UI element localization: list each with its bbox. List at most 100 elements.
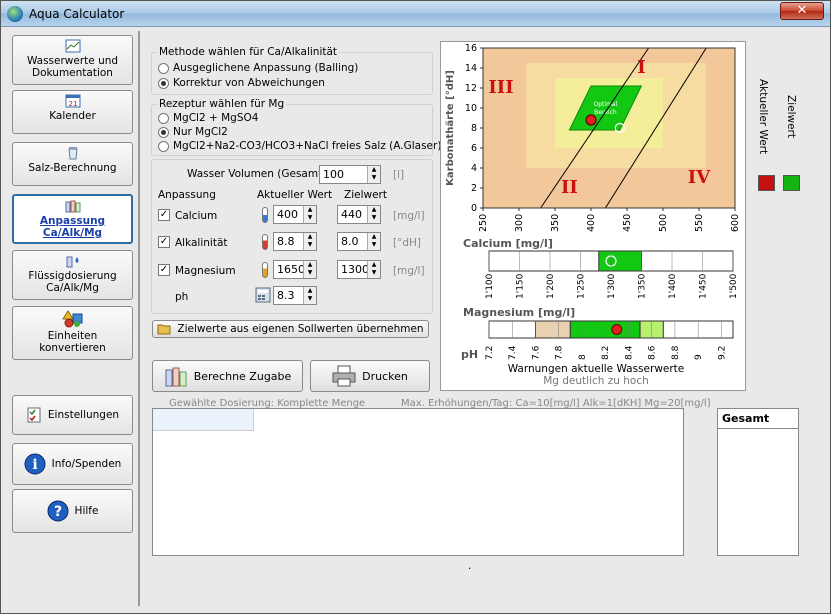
ph-label: ph [175,291,189,303]
warnings-text: Mg deutlich zu hoch [543,375,649,387]
footer-dot: . [468,560,472,572]
sidebar-item-kalender[interactable]: 21 Kalender [12,90,133,134]
alkalinity-label: Alkalinität [175,237,228,249]
ph-tick-label: 8.6 [648,345,658,360]
y-tick-label: 10 [465,103,477,114]
settings-button[interactable]: Einstellungen [12,395,133,435]
magnesium-tick-label: 1'400 [668,273,678,299]
magnesium-target-input[interactable]: 1300 ▲ ▼ [337,260,381,279]
calcium-target-input[interactable]: 440 ▲ ▼ [337,205,381,224]
calcium-current-spinner[interactable]: ▲ ▼ [303,206,316,223]
y-tick-label: 14 [465,63,477,74]
data-point-aktueller-wert [585,114,597,126]
magnesium-title: Magnesium [mg/l] [463,306,575,319]
chart-canvas: OptimalBereichIIIIIIIV250300350400450500… [445,43,741,387]
magnesium-label: Magnesium [175,265,236,277]
printer-icon [332,365,356,387]
ph-tick-label: 8 [578,354,588,360]
alkalinity-target-input[interactable]: 8.0 ▲ ▼ [337,232,381,251]
ph-tick-label: 9 [694,354,704,360]
recipe-option-mgcl2-mgso4[interactable]: MgCl2 + MgSO4 [158,112,258,124]
sidebar-item-einheiten[interactable]: Einheiten konvertieren [12,306,133,360]
chart-icon [65,39,80,53]
bottles-calc-icon [165,367,187,387]
chart-panel: OptimalBereichIIIIIIIV250300350400450500… [440,41,746,391]
info-button[interactable]: i Info/Spenden [12,443,133,485]
magnesium-checkbox[interactable]: ✓ [158,264,170,276]
checklist-icon [27,407,41,423]
magnesium-tick-label: 1'100 [485,273,495,299]
bottles-icon [65,200,80,213]
total-grid[interactable]: Gesamt [717,408,799,556]
result-grid[interactable] [152,408,684,556]
help-label: Hilfe [74,505,99,517]
alkalinity-current-spinner[interactable]: ▲ ▼ [303,233,316,250]
print-button[interactable]: Drucken [310,360,430,392]
volume-input[interactable]: 100 ▲ ▼ [319,165,381,184]
y-tick-label: 0 [471,203,477,214]
magnesium-tick-label: 1'250 [577,273,587,299]
x-tick-label: 350 [550,214,561,232]
magnesium-tick-label: 1'200 [546,273,556,299]
volume-spinner[interactable]: ▲ ▼ [367,166,380,183]
x-tick-label: 450 [622,214,633,232]
alkalinity-checkbox[interactable]: ✓ [158,236,170,248]
recipe-title: Rezeptur wählen für Mg [157,98,287,110]
region-label: II [561,177,578,198]
x-axis-label: Calcium [mg/l] [463,237,553,250]
calcium-checkbox[interactable]: ✓ [158,209,170,221]
info-label: Info/Spenden [51,458,122,470]
help-button[interactable]: ? Hilfe [12,489,133,533]
ph-tick-label: 7.4 [508,345,518,360]
y-tick-label: 16 [465,43,477,54]
ph-tan-range [534,320,571,339]
magnesium-tick-label: 1'150 [516,273,526,299]
recipe-option-glaser[interactable]: MgCl2+Na2-CO3/HCO3+NaCl freies Salz (A.G… [158,140,441,152]
alkalinity-unit: [°dH] [393,237,422,249]
ph-spinner[interactable]: ▲ ▼ [303,287,316,304]
x-tick-label: 400 [586,214,597,232]
help-icon: ? [47,500,69,522]
salt-icon [67,147,78,160]
calculate-button[interactable]: Berechne Zugabe [152,360,303,392]
globe-icon [7,6,23,22]
x-tick-label: 250 [478,214,489,232]
sidebar-item-wasserwerte[interactable]: Wasserwerte und Dokumentation [12,35,133,85]
recipe-option-nur-mgcl2[interactable]: Nur MgCl2 [158,126,228,138]
magnesium-target-spinner[interactable]: ▲ ▼ [367,261,380,278]
method-title: Methode wählen für Ca/Alkalinität [157,46,340,58]
app-window: Aqua Calculator ✕ Wasserwerte und Dokume… [0,0,831,614]
grid-selected-cell[interactable] [153,409,254,431]
radio-dot [158,140,169,152]
method-option-korrektur[interactable]: Korrektur von Abweichungen [158,77,325,89]
ph-title: pH [461,348,478,361]
alkalinity-target-spinner[interactable]: ▲ ▼ [367,233,380,250]
calcium-target-spinner[interactable]: ▲ ▼ [367,206,380,223]
radio-dot [158,112,169,124]
magnesium-current-input[interactable]: 1650 ▲ ▼ [273,260,317,279]
ph-tick-label: 8.8 [671,345,681,360]
apply-targets-button[interactable]: Zielwerte aus eigenen Sollwerten überneh… [152,320,429,338]
alkalinity-current-input[interactable]: 8.8 ▲ ▼ [273,232,317,251]
ph-tick-label: 7.8 [555,345,565,360]
volume-unit: [l] [393,169,405,181]
radio-dot [158,77,169,89]
settings-label: Einstellungen [47,409,120,421]
sidebar-item-fluessigdosierung[interactable]: Flüssigdosierung Ca/Alk/Mg [12,250,133,300]
sidebar-item-salz[interactable]: Salz-Berechnung [12,142,133,186]
radio-dot [158,62,169,74]
sidebar-item-anpassung[interactable]: Anpassung Ca/Alk/Mg [12,194,133,244]
total-header: Gesamt [718,409,798,429]
sidebar-divider [138,31,140,606]
close-button[interactable]: ✕ [780,2,824,20]
dosing-icon [66,256,78,268]
magnesium-tick-label: 1'450 [699,273,709,299]
x-tick-label: 600 [730,214,741,232]
header-adjust: Anpassung [158,189,216,201]
method-option-balling[interactable]: Ausgeglichene Anpassung (Balling) [158,62,358,74]
magnesium-current-spinner[interactable]: ▲ ▼ [303,261,316,278]
ph-input[interactable]: 8.3 ▲ ▼ [273,286,317,305]
calcium-current-input[interactable]: 400 ▲ ▼ [273,205,317,224]
sidebar-item-label: Anpassung Ca/Alk/Mg [39,215,106,239]
optimum-label: Optimal [594,101,618,108]
